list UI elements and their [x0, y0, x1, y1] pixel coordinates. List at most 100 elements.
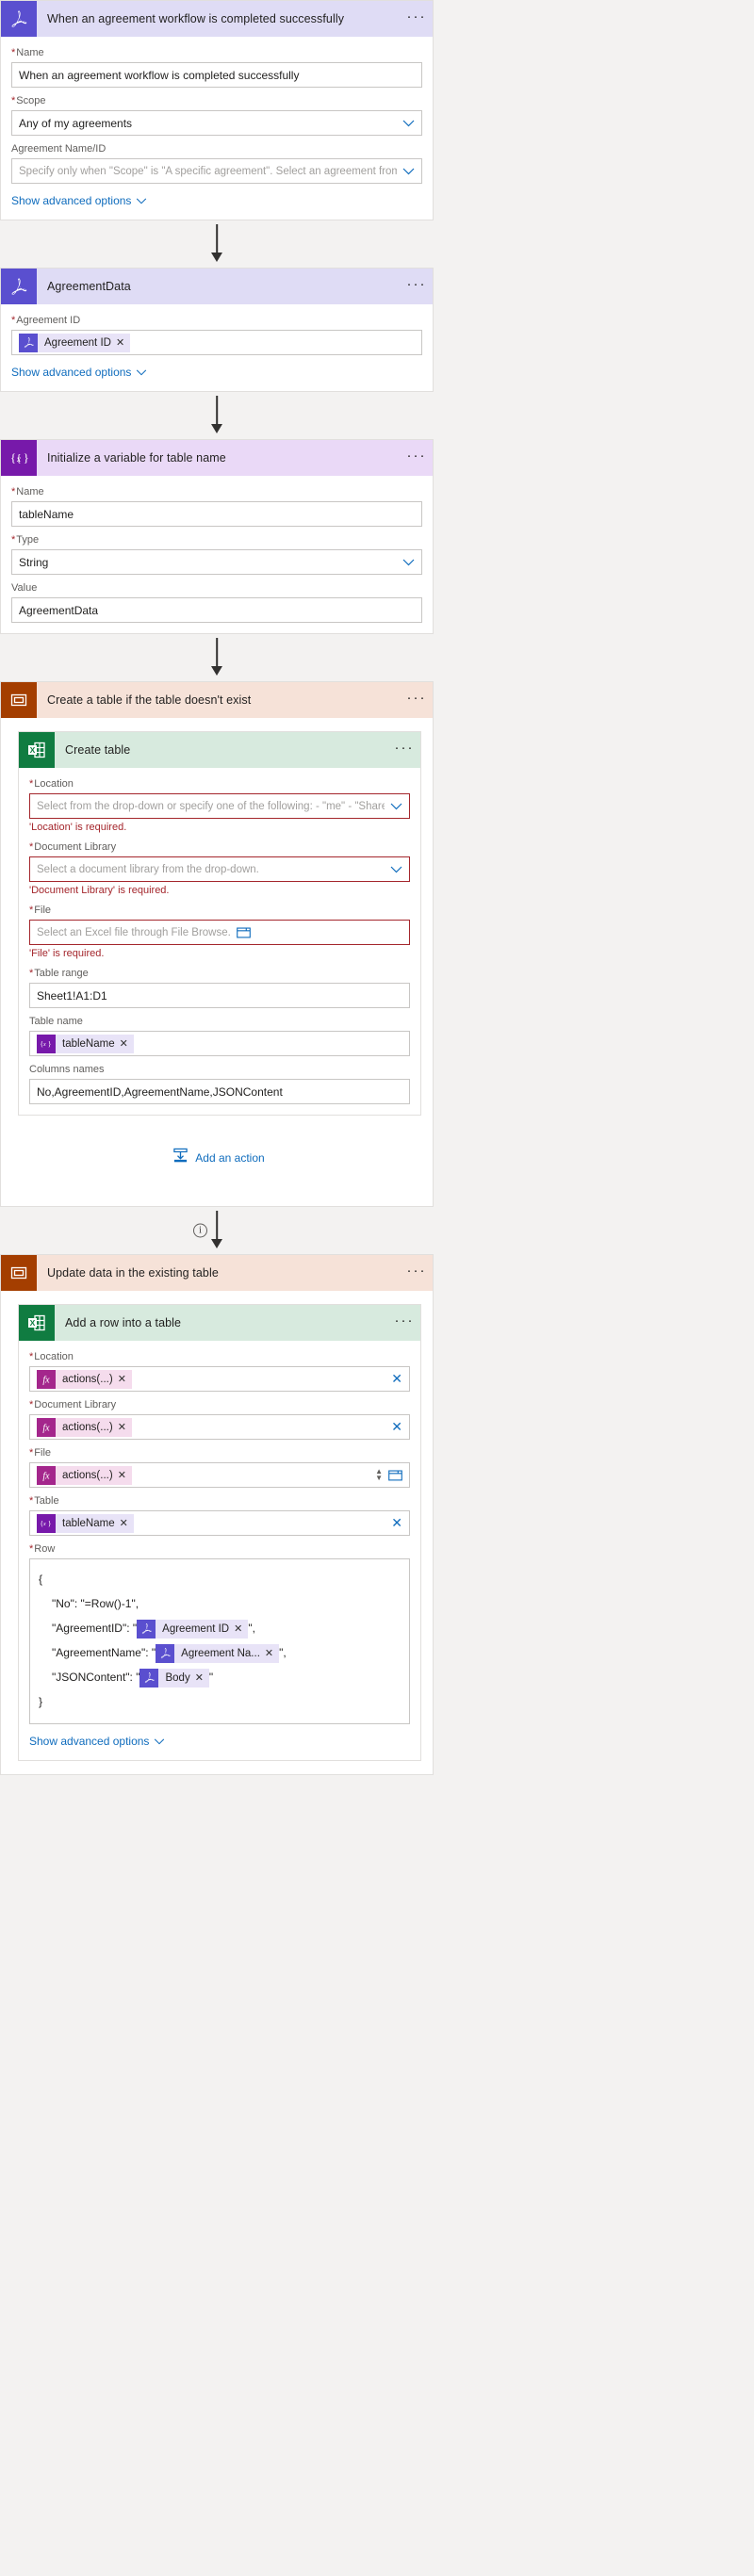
add-row-library-input[interactable]: fx actions(...) ✕ ✕ [29, 1414, 410, 1440]
trigger-card-menu-button[interactable]: ··· [401, 1, 433, 37]
chevron-down-icon[interactable] [385, 866, 402, 873]
create-table-location-dropdown[interactable]: Select from the drop-down or specify one… [29, 793, 410, 819]
variable-name-input[interactable]: tableName [11, 501, 422, 527]
variable-value-field: Value AgreementData [11, 581, 422, 623]
create-table-location-placeholder: Select from the drop-down or specify one… [37, 801, 385, 812]
create-table-range-input[interactable]: Sheet1!A1:D1 [29, 983, 410, 1008]
chevron-down-icon[interactable] [397, 120, 415, 127]
create-table-action-header[interactable]: X Create table ··· [19, 732, 420, 768]
create-table-file-input[interactable]: Select an Excel file through File Browse… [29, 920, 410, 945]
library-expression-token[interactable]: fx actions(...) ✕ [37, 1418, 132, 1437]
trigger-agreement-input[interactable]: Specify only when "Scope" is "A specific… [11, 158, 422, 184]
create-table-range-label: *Table range [29, 967, 410, 980]
row-json-suffix: ", [248, 1622, 255, 1635]
variable-name-label: *Name [11, 485, 422, 498]
arrow-graphic [0, 634, 434, 681]
add-row-location-label: *Location [29, 1350, 410, 1363]
create-table-action-body: *Location Select from the drop-down or s… [19, 768, 420, 1115]
trigger-name-input[interactable]: When an agreement workflow is completed … [11, 62, 422, 88]
scope-update-data-menu-button[interactable]: ··· [401, 1255, 433, 1291]
remove-token-icon[interactable]: ✕ [234, 1617, 248, 1641]
file-browse-icon[interactable] [388, 1469, 402, 1481]
remove-token-icon[interactable]: ✕ [120, 1517, 134, 1529]
required-asterisk: * [29, 1351, 33, 1362]
scope-create-table-title: Create a table if the table doesn't exis… [37, 682, 401, 718]
scope-create-table-header[interactable]: Create a table if the table doesn't exis… [1, 682, 433, 718]
trigger-show-advanced-options[interactable]: Show advanced options [11, 194, 147, 207]
chevron-down-icon[interactable] [397, 559, 415, 566]
clear-field-icon[interactable]: ✕ [384, 1515, 402, 1531]
body-token[interactable]: Body✕ [139, 1669, 208, 1687]
trigger-scope-field: *Scope Any of my agreements [11, 94, 422, 136]
add-row-show-advanced-options[interactable]: Show advanced options [29, 1735, 165, 1748]
variable-value-value: AgreementData [19, 604, 98, 617]
file-expression-token[interactable]: fx actions(...) ✕ [37, 1466, 132, 1485]
initialize-variable-card[interactable]: { x { } Initialize a variable for table … [0, 439, 434, 634]
agreement-id-field: *Agreement ID Agreement ID ✕ [11, 314, 422, 355]
add-row-action-card[interactable]: X Add a row into a table ··· *Location f… [18, 1304, 421, 1761]
required-asterisk: * [29, 1399, 33, 1410]
trigger-card-header[interactable]: When an agreement workflow is completed … [1, 1, 433, 37]
variable-name-value: tableName [19, 508, 74, 521]
trigger-card[interactable]: When an agreement workflow is completed … [0, 0, 434, 220]
remove-token-icon[interactable]: ✕ [195, 1666, 209, 1690]
add-row-row-editor[interactable]: { "No": "=Row()-1", "AgreementID": "Agre… [29, 1558, 410, 1724]
agreement-id-token[interactable]: Agreement ID ✕ [19, 334, 130, 352]
create-table-action-menu-button[interactable]: ··· [388, 732, 420, 768]
agreement-data-card-header[interactable]: AgreementData ··· [1, 269, 433, 304]
add-row-action-menu-button[interactable]: ··· [388, 1305, 420, 1341]
agreement-id-token[interactable]: Agreement ID✕ [137, 1620, 248, 1639]
create-table-columns-input[interactable]: No,AgreementID,AgreementName,JSONContent [29, 1079, 410, 1104]
tablename-token[interactable]: { x } tableName ✕ [37, 1035, 134, 1053]
variable-type-dropdown[interactable]: String [11, 549, 422, 575]
variable-type-label: *Type [11, 533, 422, 546]
required-asterisk: * [11, 315, 15, 326]
add-row-table-input[interactable]: { x } tableName ✕ ✕ [29, 1510, 410, 1536]
remove-token-icon[interactable]: ✕ [118, 1373, 132, 1385]
trigger-scope-dropdown[interactable]: Any of my agreements [11, 110, 422, 136]
create-table-action-card[interactable]: X Create table ··· *Location Select from… [18, 731, 421, 1116]
run-after-info-icon[interactable]: i [193, 1224, 207, 1238]
variable-value-input[interactable]: AgreementData [11, 597, 422, 623]
remove-token-icon[interactable]: ✕ [116, 336, 130, 349]
agreement-data-show-advanced-options[interactable]: Show advanced options [11, 366, 147, 379]
create-table-library-label: *Document Library [29, 840, 410, 854]
clear-field-icon[interactable]: ✕ [384, 1419, 402, 1435]
chevron-down-icon[interactable] [397, 168, 415, 175]
create-table-tablename-input[interactable]: { x } tableName ✕ [29, 1031, 410, 1056]
row-json-key: "No": "=Row()-1", [52, 1597, 139, 1610]
add-row-row-label: *Row [29, 1542, 410, 1556]
initialize-variable-card-menu-button[interactable]: ··· [401, 440, 433, 476]
connector-arrow-1 [0, 220, 434, 268]
add-an-action-button[interactable]: Add an action [18, 1116, 419, 1193]
location-expression-token[interactable]: fx actions(...) ✕ [37, 1370, 132, 1389]
create-table-library-placeholder: Select a document library from the drop-… [37, 864, 259, 875]
remove-token-icon[interactable]: ✕ [265, 1641, 279, 1666]
chevron-down-icon [136, 366, 147, 379]
add-row-file-input[interactable]: fx actions(...) ✕ ▲ ▼ [29, 1462, 410, 1488]
initialize-variable-card-header[interactable]: { x { } Initialize a variable for table … [1, 440, 433, 476]
scope-update-data-card[interactable]: Update data in the existing table ··· X [0, 1254, 434, 1775]
agreement-data-card-menu-button[interactable]: ··· [401, 269, 433, 304]
agreement-data-card[interactable]: AgreementData ··· *Agreement ID Agreemen… [0, 268, 434, 392]
chevron-down-icon[interactable] [385, 803, 402, 810]
scope-create-table-card[interactable]: Create a table if the table doesn't exis… [0, 681, 434, 1207]
clear-field-icon[interactable]: ✕ [384, 1371, 402, 1387]
create-table-library-dropdown[interactable]: Select a document library from the drop-… [29, 856, 410, 882]
scope-create-table-menu-button[interactable]: ··· [401, 682, 433, 718]
remove-token-icon[interactable]: ✕ [118, 1421, 132, 1433]
remove-token-icon[interactable]: ✕ [120, 1037, 134, 1050]
scope-update-data-header[interactable]: Update data in the existing table ··· [1, 1255, 433, 1291]
agreement-name-token[interactable]: Agreement Na...✕ [156, 1644, 279, 1663]
add-row-action-header[interactable]: X Add a row into a table ··· [19, 1305, 420, 1341]
row-json-line-agreementname: "AgreementName": "Agreement Na...✕", [39, 1640, 401, 1665]
table-variable-token[interactable]: { x } tableName ✕ [37, 1514, 134, 1533]
remove-token-icon[interactable]: ✕ [118, 1469, 132, 1481]
agreement-id-input[interactable]: Agreement ID ✕ [11, 330, 422, 355]
adobe-acrobat-sign-icon [139, 1669, 158, 1687]
add-row-location-input[interactable]: fx actions(...) ✕ ✕ [29, 1366, 410, 1392]
file-browse-icon[interactable] [237, 926, 251, 938]
stepper-down-icon[interactable]: ▼ [375, 1475, 383, 1481]
svg-text:x: x [42, 1042, 46, 1048]
file-stepper-control[interactable]: ▲ ▼ [369, 1469, 383, 1481]
